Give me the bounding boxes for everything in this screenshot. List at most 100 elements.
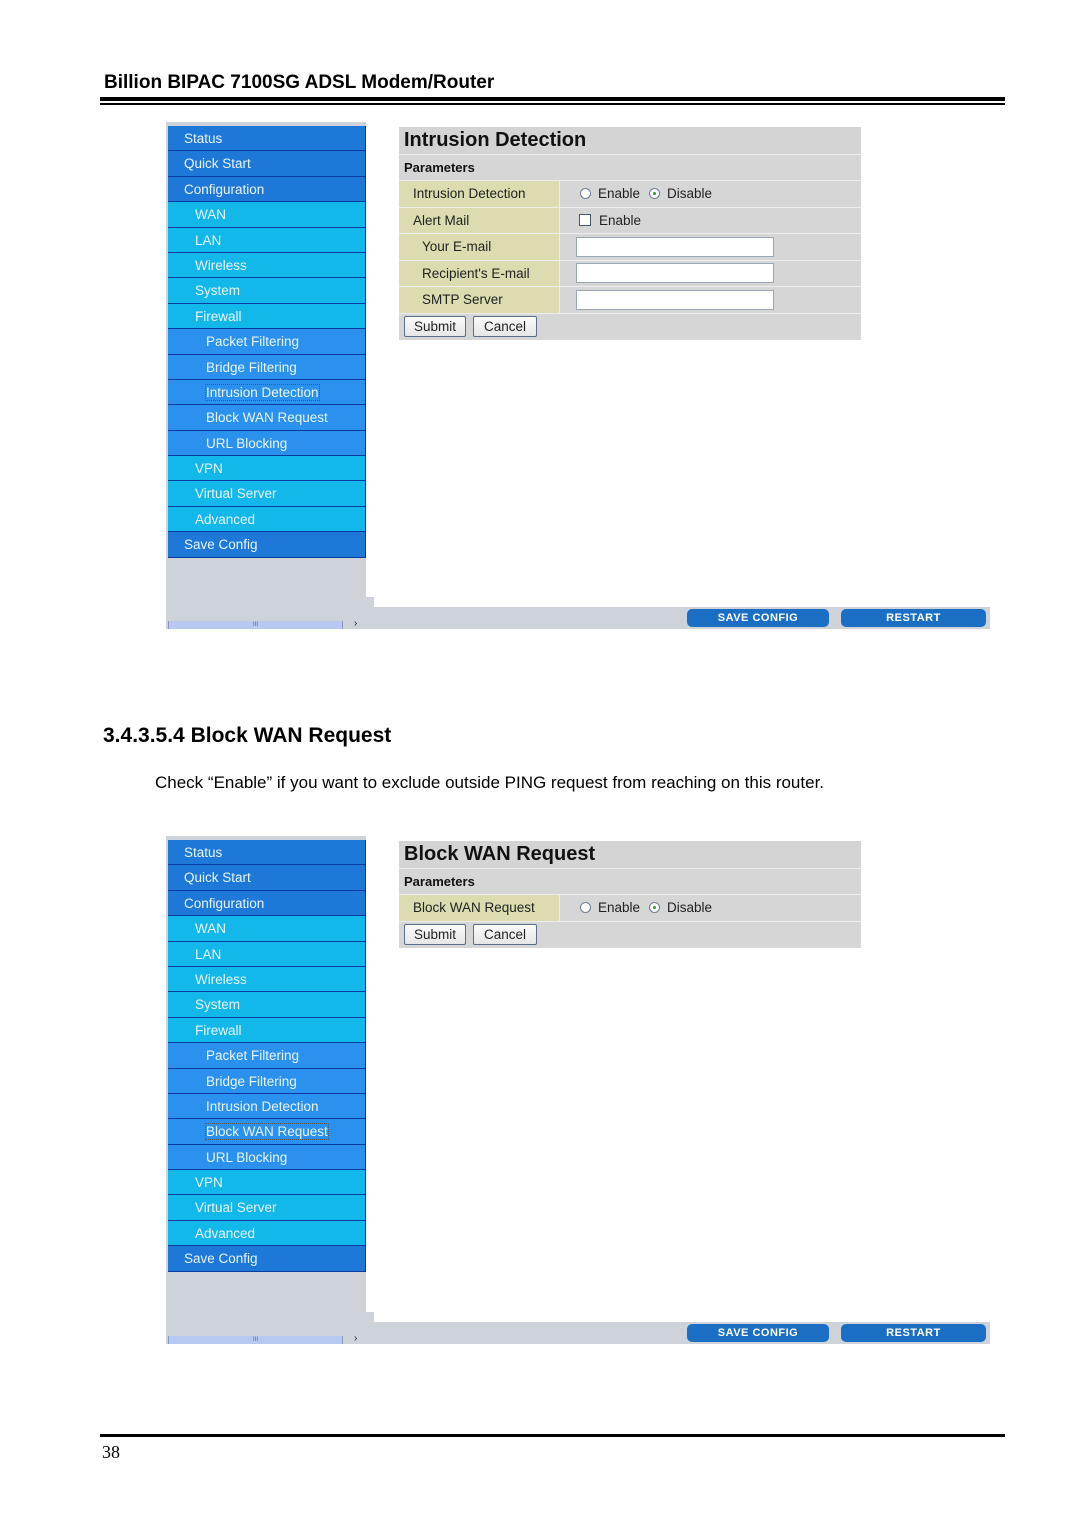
sidebar-item-bridge-filtering[interactable]: Bridge Filtering: [168, 354, 365, 380]
parameters-heading: Parameters: [399, 155, 861, 181]
submit-button[interactable]: Submit: [404, 316, 467, 337]
sidebar-item-intrusion-detection[interactable]: Intrusion Detection: [168, 1093, 365, 1120]
scroll-right-arrow-icon[interactable]: ›: [354, 618, 357, 629]
sidebar-item-save-config[interactable]: Save Config: [168, 532, 365, 558]
sidebar-item-vpn[interactable]: VPN: [168, 456, 365, 482]
sidebar-item-label: Configuration: [184, 181, 265, 197]
sidebar: Status Quick Start Configuration WAN LAN Wire…: [166, 836, 366, 1344]
enable-label: Enable: [598, 186, 641, 202]
sidebar-item-block-wan-request[interactable]: Block WAN Request: [168, 405, 365, 431]
your-email-row: Your E-mail: [399, 234, 861, 261]
sidebar-item-label: Virtual Server: [195, 486, 277, 502]
sidebar-item-label: Advanced: [195, 1225, 256, 1241]
scrollbar-grip-icon[interactable]: III: [253, 622, 258, 628]
block-wan-request-disable-radio[interactable]: [649, 902, 661, 914]
sidebar-item-virtual-server[interactable]: Virtual Server: [168, 1195, 365, 1221]
sidebar-item-configuration[interactable]: Configuration: [168, 890, 365, 917]
sidebar-item-url-blocking[interactable]: URL Blocking: [168, 1144, 365, 1171]
bottom-bar-corner: [360, 597, 374, 611]
restart-button[interactable]: RESTART: [841, 609, 986, 627]
your-email-input[interactable]: [576, 236, 774, 257]
sidebar-item-label: VPN: [195, 461, 223, 477]
sidebar-item-label: Wireless: [195, 257, 247, 273]
sidebar-item-vpn[interactable]: VPN: [168, 1170, 365, 1196]
sidebar-item-status[interactable]: Status: [168, 126, 365, 152]
save-config-button[interactable]: SAVE CONFIG: [687, 609, 829, 627]
sidebar-item-label: Firewall: [195, 308, 242, 324]
sidebar-item-label: Status: [184, 131, 223, 146]
bottom-bar-corner: [360, 1312, 374, 1326]
sidebar-item-configuration[interactable]: Configuration: [168, 176, 365, 203]
intrusion-detection-enable-radio[interactable]: [580, 188, 591, 200]
intrusion-detection-screenshot: Status Quick Start Configuration WAN LAN Wire…: [166, 122, 990, 629]
sidebar-item-system[interactable]: System: [168, 278, 365, 304]
sidebar-item-status[interactable]: Status: [168, 840, 365, 866]
sidebar-item-firewall[interactable]: Firewall: [168, 303, 365, 330]
alert-mail-options: Enable: [560, 208, 861, 234]
sidebar-item-lan[interactable]: LAN: [168, 941, 365, 967]
sidebar-item-system[interactable]: System: [168, 992, 365, 1018]
cancel-button[interactable]: Cancel: [473, 316, 538, 337]
sidebar-item-label: VPN: [195, 1175, 223, 1191]
sidebar-item-label: Quick Start: [184, 870, 251, 886]
sidebar-item-block-wan-request[interactable]: Block WAN Request: [168, 1119, 365, 1145]
sidebar-item-virtual-server[interactable]: Virtual Server: [168, 481, 365, 507]
sidebar-item-advanced[interactable]: Advanced: [168, 1220, 365, 1247]
sidebar-item-label: Wireless: [195, 971, 247, 987]
sidebar-item-url-blocking[interactable]: URL Blocking: [168, 430, 365, 457]
sidebar-item-label: Status: [184, 845, 223, 860]
footer-rule: [100, 1434, 1005, 1437]
sidebar-item-label: Bridge Filtering: [206, 359, 297, 375]
recipient-email-input[interactable]: [576, 263, 774, 284]
sidebar-item-label: Advanced: [195, 511, 256, 527]
submit-button[interactable]: Submit: [404, 924, 467, 945]
smtp-server-label: SMTP Server: [399, 287, 560, 313]
sidebar-item-packet-filtering[interactable]: Packet Filtering: [168, 1043, 365, 1069]
horizontal-scrollbar[interactable]: III ›: [168, 1333, 366, 1344]
sidebar-item-wan[interactable]: WAN: [168, 202, 365, 228]
sidebar-item-quick-start[interactable]: Quick Start: [168, 151, 365, 177]
smtp-server-input[interactable]: [576, 289, 774, 310]
scrollbar-grip-icon[interactable]: III: [253, 1337, 258, 1343]
save-config-button[interactable]: SAVE CONFIG: [687, 1324, 829, 1342]
sidebar-item-label: Firewall: [195, 1022, 242, 1038]
sidebar-item-firewall[interactable]: Firewall: [168, 1017, 365, 1044]
form-buttons: Submit Cancel: [399, 314, 861, 340]
alert-mail-enable-label: Enable: [599, 212, 642, 228]
scrollbar-track[interactable]: III: [168, 1336, 343, 1344]
your-email-label: Your E-mail: [399, 234, 560, 260]
section-title: 3.4.3.5.4 Block WAN Request: [103, 724, 392, 747]
sidebar-item-wireless[interactable]: Wireless: [168, 966, 365, 993]
sidebar: Status Quick Start Configuration WAN LAN Wire…: [166, 122, 366, 629]
block-wan-request-enable-radio[interactable]: [580, 902, 591, 914]
sidebar-item-lan[interactable]: LAN: [168, 227, 365, 253]
horizontal-scrollbar[interactable]: III ›: [168, 618, 366, 629]
sidebar-item-wireless[interactable]: Wireless: [168, 252, 365, 279]
cancel-button[interactable]: Cancel: [473, 924, 538, 945]
restart-button[interactable]: RESTART: [841, 1324, 986, 1342]
alert-mail-enable-checkbox[interactable]: [579, 214, 591, 227]
sidebar-item-bridge-filtering[interactable]: Bridge Filtering: [168, 1068, 365, 1094]
sidebar-item-intrusion-detection[interactable]: Intrusion Detection: [168, 379, 365, 406]
alert-mail-label: Alert Mail: [399, 207, 560, 233]
sidebar-item-label: Configuration: [184, 895, 265, 911]
disable-label: Disable: [667, 186, 713, 202]
sidebar-item-wan[interactable]: WAN: [168, 916, 365, 942]
sidebar-item-label: Save Config: [184, 1251, 258, 1267]
sidebar-item-quick-start[interactable]: Quick Start: [168, 865, 365, 891]
sidebar-menu: Status Quick Start Configuration WAN LAN Wire…: [168, 126, 366, 558]
sidebar-item-save-config[interactable]: Save Config: [168, 1246, 365, 1272]
page-number: 38: [102, 1442, 120, 1462]
scrollbar-track[interactable]: III: [168, 621, 343, 629]
block-wan-request-panel: Block WAN Request Parameters Block WAN R…: [399, 841, 861, 948]
sidebar-item-label: System: [195, 997, 241, 1013]
form-buttons: Submit Cancel: [399, 922, 861, 948]
sidebar-item-packet-filtering[interactable]: Packet Filtering: [168, 329, 365, 355]
sidebar-menu: Status Quick Start Configuration WAN LAN Wire…: [168, 840, 366, 1272]
scroll-right-arrow-icon[interactable]: ›: [354, 1333, 357, 1344]
sidebar-item-label: Bridge Filtering: [206, 1073, 297, 1089]
bottom-bar: SAVE CONFIG RESTART: [360, 597, 990, 629]
intrusion-detection-disable-radio[interactable]: [649, 188, 661, 200]
block-wan-request-label: Block WAN Request: [399, 895, 560, 921]
sidebar-item-advanced[interactable]: Advanced: [168, 506, 365, 533]
